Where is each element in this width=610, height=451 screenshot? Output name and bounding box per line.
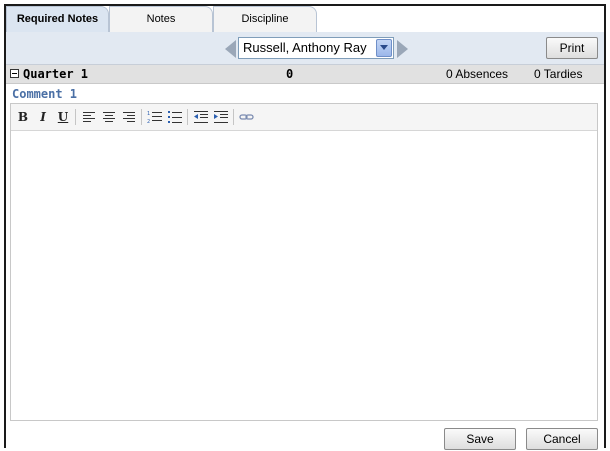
indent-icon[interactable]	[213, 109, 229, 125]
unordered-list-icon[interactable]	[167, 109, 183, 125]
print-button[interactable]: Print	[546, 37, 598, 59]
align-center-icon[interactable]	[101, 109, 117, 125]
underline-icon[interactable]: U	[55, 109, 71, 125]
italic-icon[interactable]: I	[35, 109, 51, 125]
previous-student-arrow-icon[interactable]	[225, 40, 236, 58]
quarter-title: Quarter 1	[23, 67, 89, 81]
chevron-down-icon[interactable]	[376, 39, 392, 57]
tardies-count: 0 Tardies	[534, 67, 583, 81]
student-select[interactable]: Russell, Anthony Ray	[238, 37, 394, 59]
notes-window: Required Notes Notes Discipline Russell,…	[4, 4, 606, 450]
next-student-arrow-icon[interactable]	[397, 40, 408, 58]
svg-text:2: 2	[147, 119, 150, 125]
comment-textarea[interactable]	[11, 131, 597, 420]
editor-toolbar: B I U 12	[11, 104, 597, 131]
outdent-icon[interactable]	[193, 109, 209, 125]
toolbar-divider	[141, 109, 142, 125]
student-navigation: Russell, Anthony Ray Print	[6, 32, 604, 65]
link-icon[interactable]	[239, 109, 255, 125]
toolbar-divider	[233, 109, 234, 125]
quarter-count: 0	[286, 67, 294, 81]
quarter-header: Quarter 1 0 0 Absences 0 Tardies	[6, 65, 604, 84]
comment-label: Comment 1	[12, 87, 78, 101]
toolbar-divider	[75, 109, 76, 125]
align-left-icon[interactable]	[81, 109, 97, 125]
tab-discipline[interactable]: Discipline	[213, 6, 317, 32]
toolbar-divider	[187, 109, 188, 125]
cancel-button[interactable]: Cancel	[526, 428, 598, 450]
align-right-icon[interactable]	[121, 109, 137, 125]
comment-editor: B I U 12	[10, 103, 598, 421]
svg-text:1: 1	[147, 111, 150, 117]
collapse-icon[interactable]	[10, 69, 19, 78]
tab-bar: Required Notes Notes Discipline	[6, 6, 604, 33]
ordered-list-icon[interactable]: 12	[147, 109, 163, 125]
student-select-value: Russell, Anthony Ray	[243, 40, 367, 55]
save-button[interactable]: Save	[444, 428, 516, 450]
absences-count: 0 Absences	[446, 67, 509, 81]
tab-required-notes[interactable]: Required Notes	[6, 6, 109, 33]
bold-icon[interactable]: B	[15, 109, 31, 125]
tab-notes[interactable]: Notes	[109, 6, 213, 32]
